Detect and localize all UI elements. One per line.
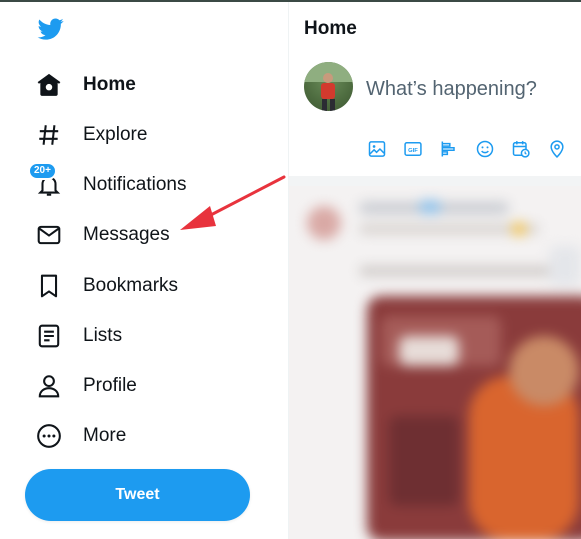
sidebar-item-notifications[interactable]: 20+ Notifications	[28, 162, 187, 207]
image-icon[interactable]	[367, 138, 403, 160]
sidebar-item-explore[interactable]: Explore	[36, 113, 147, 157]
twitter-bird-icon[interactable]	[36, 16, 68, 44]
home-icon	[36, 72, 62, 98]
blurred-tweet-feed	[289, 186, 581, 539]
person-icon	[36, 373, 62, 399]
bookmark-icon	[36, 273, 62, 299]
page-title: Home	[304, 18, 357, 39]
list-icon	[36, 323, 62, 349]
sidebar-item-profile[interactable]: Profile	[36, 364, 137, 408]
emoji-icon[interactable]	[475, 138, 511, 160]
envelope-icon	[36, 222, 62, 248]
compose-tweet-input[interactable]: What’s happening?	[366, 78, 537, 101]
sidebar-item-label: Explore	[83, 124, 148, 145]
poll-icon[interactable]	[439, 138, 475, 160]
main-column: Home What’s happening? GIF	[289, 2, 581, 539]
notification-count-badge: 20+	[28, 162, 57, 180]
sidebar-item-label: Messages	[83, 224, 170, 245]
sidebar-item-label: Bookmarks	[83, 275, 179, 296]
sidebar-item-label: More	[83, 425, 127, 446]
sidebar-item-label: Lists	[83, 325, 123, 346]
sidebar-item-more[interactable]: More	[36, 414, 126, 458]
gif-icon[interactable]: GIF	[403, 138, 439, 160]
bell-icon: 20+	[28, 162, 62, 198]
location-icon[interactable]	[547, 138, 581, 160]
feed-separator	[289, 176, 581, 186]
sidebar-item-bookmarks[interactable]: Bookmarks	[36, 264, 178, 308]
schedule-icon[interactable]	[511, 138, 547, 160]
sidebar-item-label: Notifications	[83, 174, 187, 195]
tweet-button[interactable]: Tweet	[25, 469, 250, 521]
hashtag-icon	[36, 122, 62, 148]
sidebar-item-messages[interactable]: Messages	[36, 213, 170, 257]
sidebar-item-label: Profile	[83, 375, 137, 396]
more-circle-icon	[36, 423, 62, 449]
sidebar-item-home[interactable]: Home	[36, 63, 136, 107]
sidebar-item-lists[interactable]: Lists	[36, 314, 122, 358]
sidebar-item-label: Home	[83, 74, 136, 95]
compose-toolbar: GIF	[367, 138, 581, 160]
gif-icon-label: GIF	[408, 148, 418, 154]
sidebar: Home Explore 20+ Notifications Messages …	[0, 2, 288, 539]
avatar[interactable]	[304, 62, 353, 111]
